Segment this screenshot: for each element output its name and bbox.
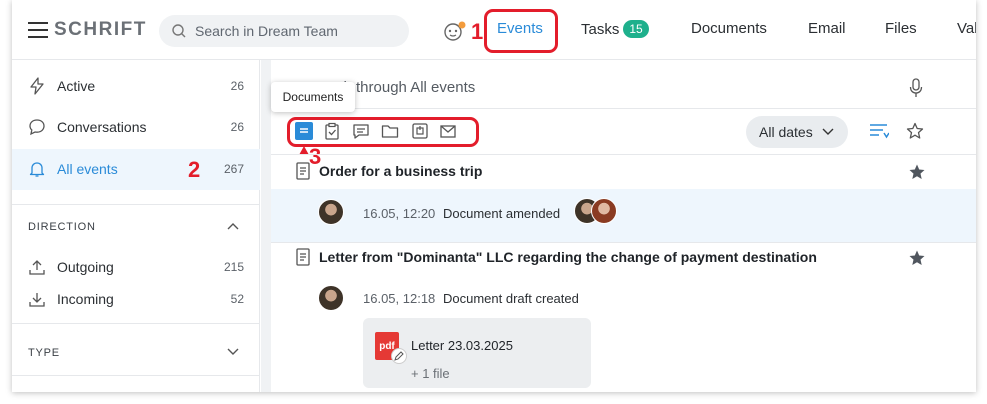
documents-tooltip: Documents — [271, 82, 355, 112]
avatar — [318, 199, 344, 225]
date-filter-label: All dates — [759, 124, 813, 140]
divider — [271, 108, 976, 109]
event-time: 16.05, 12:20 — [363, 206, 436, 221]
chevron-down-icon[interactable] — [227, 348, 239, 356]
star-filled-icon[interactable] — [908, 249, 926, 267]
sidebar-item-count: 215 — [223, 260, 244, 274]
star-filled-icon[interactable] — [908, 163, 926, 181]
chevron-up-icon[interactable] — [227, 222, 239, 230]
assistant-bot-icon[interactable] — [442, 20, 468, 44]
attachment-name: Letter 23.03.2025 — [411, 338, 513, 353]
event-text: Document amended — [443, 206, 561, 221]
upload-icon — [29, 260, 45, 275]
document-icon — [296, 248, 310, 266]
annotation-number-2: 2 — [188, 157, 201, 182]
event-time: 16.05, 12:18 — [363, 291, 436, 306]
annotation-box-3 — [287, 117, 479, 147]
sidebar-item-count: 26 — [230, 79, 244, 93]
signature-pen-icon — [391, 348, 407, 364]
sidebar-item-count: 267 — [223, 162, 244, 176]
tab-documents[interactable]: Documents — [691, 20, 767, 37]
app-logo: SCHRIFT — [54, 19, 147, 40]
global-search[interactable] — [159, 15, 409, 47]
download-icon — [29, 293, 45, 307]
avatar — [318, 285, 344, 311]
annotation-number-1: 1 — [471, 19, 484, 44]
sidebar-item-active[interactable]: Active 26 — [12, 66, 260, 106]
document-title[interactable]: Order for a business trip — [319, 163, 482, 179]
tasks-count-badge: 15 — [623, 20, 649, 38]
tab-tasks-label: Tasks — [581, 21, 620, 38]
sidebar-item-conversations[interactable]: Conversations 26 — [12, 107, 260, 147]
sidebar-item-label: All events — [57, 161, 118, 177]
avatar — [591, 198, 617, 224]
date-filter-dropdown[interactable]: All dates — [746, 116, 848, 148]
attachment-more-files[interactable]: + 1 file — [411, 366, 450, 381]
menu-icon[interactable] — [28, 22, 48, 38]
sidebar-item-count: 52 — [230, 292, 244, 306]
lightning-icon — [30, 77, 44, 95]
sidebar-item-count: 26 — [230, 120, 244, 134]
divider — [12, 204, 260, 205]
type-section-title: TYPE — [28, 347, 60, 359]
document-title[interactable]: Letter from "Dominanta" LLC regarding th… — [319, 249, 817, 265]
app-window: SCHRIFT Events Tasks15 Documents Email F… — [12, 0, 976, 392]
document-icon — [296, 162, 310, 180]
event-row[interactable]: 16.05, 12:20 Document amended — [271, 189, 976, 242]
global-search-input[interactable] — [195, 15, 395, 47]
sidebar-item-label: Incoming — [57, 291, 114, 307]
sidebar-item-incoming[interactable]: Incoming 52 — [12, 279, 260, 319]
divider — [12, 323, 260, 324]
sidebar-item-all-events[interactable]: All events 267 — [12, 149, 260, 190]
sidebar-item-label: Conversations — [57, 119, 147, 135]
microphone-icon[interactable] — [909, 78, 923, 98]
event-text: Document draft created — [443, 291, 579, 306]
sort-icon[interactable] — [869, 123, 889, 139]
tab-files[interactable]: Files — [885, 20, 917, 37]
search-icon — [172, 24, 186, 38]
panel-gap — [261, 60, 271, 392]
chevron-down-icon — [822, 128, 834, 135]
tab-val[interactable]: Val — [957, 20, 976, 37]
sidebar-item-label: Outgoing — [57, 259, 114, 275]
sidebar: Active 26 Conversations 26 All events 26… — [12, 60, 260, 392]
direction-section-title: DIRECTION — [28, 221, 96, 233]
bell-icon — [29, 162, 45, 177]
chat-bubble-icon — [29, 119, 45, 136]
divider — [271, 154, 976, 155]
top-bar: SCHRIFT Events Tasks15 Documents Email F… — [12, 0, 976, 60]
sidebar-item-label: Active — [57, 78, 96, 94]
annotation-box-1 — [484, 9, 558, 53]
favorites-star-icon[interactable] — [906, 122, 924, 140]
tab-tasks[interactable]: Tasks 15 — [581, 20, 649, 38]
divider — [12, 375, 260, 376]
attachment-card[interactable]: pdf Letter 23.03.2025 + 1 file — [363, 318, 591, 388]
tab-email[interactable]: Email — [808, 20, 846, 37]
events-panel: rch through All events Documents 3 All d… — [271, 60, 976, 392]
divider — [271, 242, 976, 243]
